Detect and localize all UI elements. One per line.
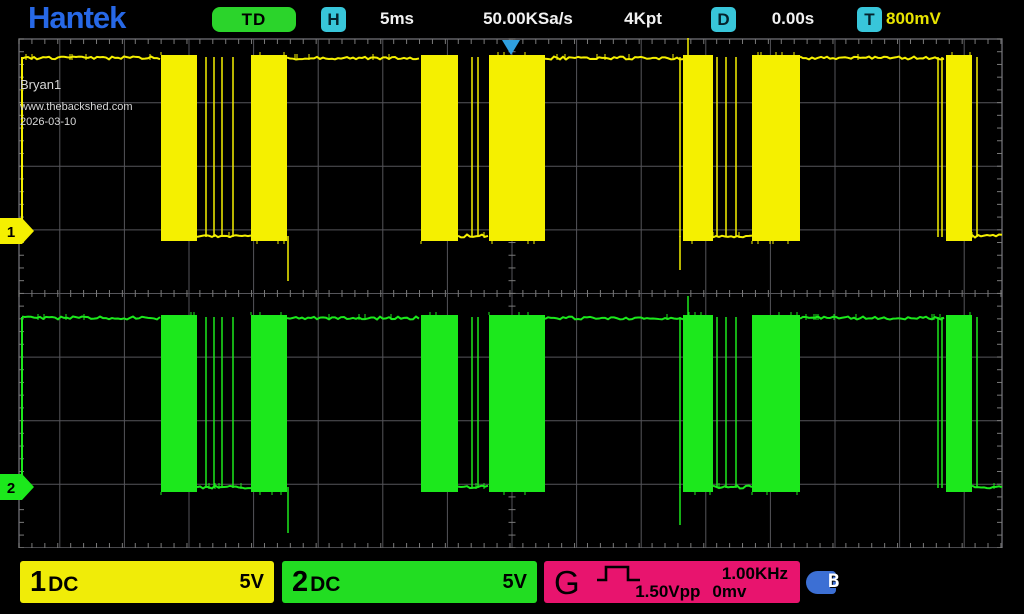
signal-generator-badge[interactable]: G 1.00KHz 1.50Vpp 0mv <box>544 561 800 603</box>
trigger-status-badge[interactable]: TD <box>212 7 296 32</box>
delay-menu-badge[interactable]: D <box>711 7 736 32</box>
generator-readouts: 1.00KHz 1.50Vpp 0mv <box>590 564 792 600</box>
horizontal-menu-badge[interactable]: H <box>321 7 346 32</box>
trace-burst-ch1 <box>752 55 800 241</box>
trace-ch1 <box>287 57 419 60</box>
trace-burst-ch1 <box>421 55 458 241</box>
brand-logo: Hantek <box>28 0 125 36</box>
waveform-display: 12 <box>0 0 1024 614</box>
trace-ch2 <box>287 317 419 320</box>
trigger-menu-badge[interactable]: T <box>857 7 882 32</box>
trace-burst-ch2 <box>683 315 713 492</box>
battery-label: B <box>828 570 839 592</box>
trace-burst-ch1 <box>946 55 972 241</box>
trace-burst-ch2 <box>251 315 287 492</box>
sample-rate-readout: 50.00KSa/s <box>458 9 598 29</box>
channel1-coupling: DC <box>48 570 78 595</box>
channel2-scale: 5V <box>503 571 527 594</box>
trace-burst-ch1 <box>683 55 713 241</box>
channel1-badge[interactable]: 1 DC 5V <box>20 561 274 603</box>
channel2-coupling: DC <box>310 570 340 595</box>
channel2-position-marker[interactable] <box>0 474 34 500</box>
trace-burst-ch2 <box>489 315 545 492</box>
trace-burst-ch2 <box>752 315 800 492</box>
channel1-position-marker-label: 1 <box>7 224 15 241</box>
horizontal-offset-readout: 0.00s <box>758 9 828 29</box>
generator-amplitude: 1.50Vpp <box>635 582 700 602</box>
trace-ch2 <box>197 486 251 489</box>
channel1-position-marker[interactable] <box>0 218 34 244</box>
trace-burst-ch2 <box>161 315 197 492</box>
trace-burst-ch1 <box>251 55 287 241</box>
screen-annotation: Bryan1 www.thebackshed.com 2026-03-10 <box>20 78 133 128</box>
timebase-readout: 5ms <box>366 9 428 29</box>
annotation-username: Bryan1 <box>20 78 133 91</box>
channel2-badge[interactable]: 2 DC 5V <box>282 561 537 603</box>
battery-status-indicator: B <box>806 569 850 597</box>
trace-ch1 <box>545 57 683 60</box>
channel1-number: 1 <box>30 568 46 597</box>
trace-ch2 <box>800 317 944 320</box>
trace-ch2 <box>545 317 683 320</box>
trace-ch2 <box>22 317 160 320</box>
memory-depth-readout: 4Kpt <box>612 9 674 29</box>
channel1-scale: 5V <box>240 571 264 594</box>
channel2-number: 2 <box>292 568 308 597</box>
trace-burst-ch1 <box>489 55 545 241</box>
trace-burst-ch2 <box>421 315 458 492</box>
annotation-date: 2026-03-10 <box>20 117 133 128</box>
bottom-status-bar: 1 DC 5V 2 DC 5V G 1.00KHz 1.50Vpp 0mv <box>0 548 1024 614</box>
trace-ch1 <box>713 236 752 238</box>
square-wave-icon <box>596 565 642 582</box>
trigger-position-marker[interactable] <box>502 40 520 55</box>
generator-label: G <box>554 566 580 599</box>
trace-burst-ch2 <box>946 315 972 492</box>
trace-burst-ch1 <box>161 55 197 241</box>
trigger-level-readout: 800mV <box>886 9 941 29</box>
annotation-website: www.thebackshed.com <box>20 102 133 113</box>
trace-ch1 <box>800 57 944 60</box>
channel2-position-marker-label: 2 <box>7 480 15 497</box>
generator-offset: 0mv <box>712 582 746 602</box>
trace-ch1 <box>197 235 251 237</box>
generator-frequency: 1.00KHz <box>722 564 788 584</box>
top-status-bar: Hantek TD H 5ms 50.00KSa/s 4Kpt D 0.00s … <box>0 0 1024 38</box>
trace-ch1 <box>22 57 160 60</box>
oscilloscope-screen: 12 Hantek TD H 5ms 50.00KSa/s 4Kpt D 0.0… <box>0 0 1024 614</box>
